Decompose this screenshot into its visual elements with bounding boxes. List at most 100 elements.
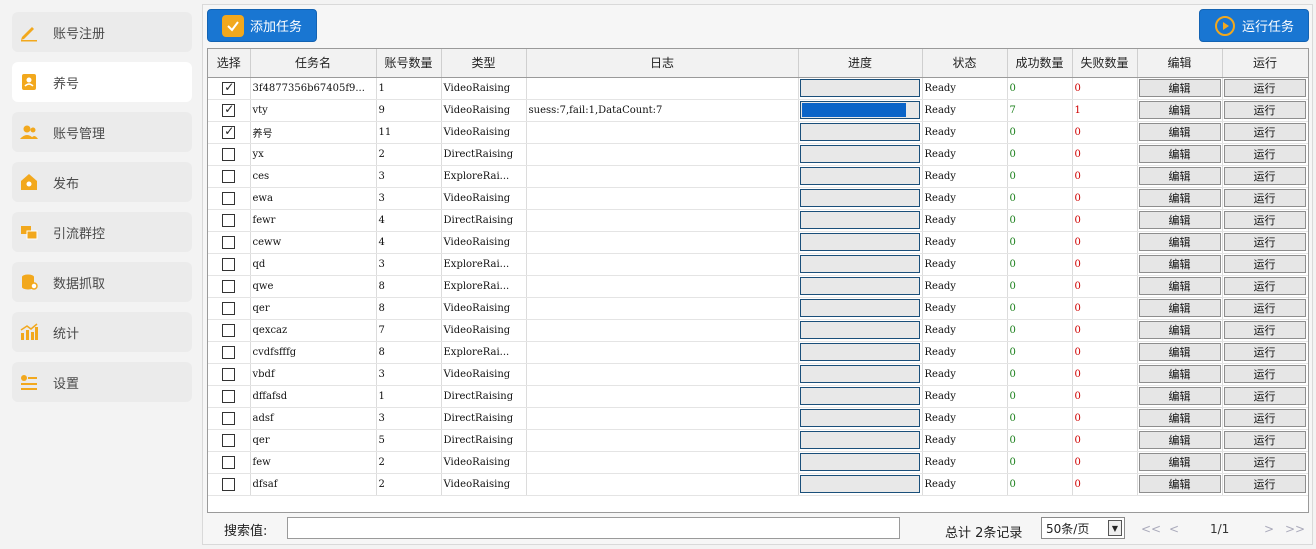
col-header-fail-count[interactable]: 失败数量 bbox=[1072, 49, 1138, 78]
sidebar-item-account-manage[interactable]: 账号管理 bbox=[12, 112, 192, 152]
run-button[interactable]: 运行 bbox=[1223, 475, 1306, 493]
table-row[interactable]: cvdfsfffg 8 ExploreRai... Ready 0 0 编辑 运行 bbox=[208, 341, 1308, 364]
row-checkbox[interactable] bbox=[222, 455, 236, 469]
table-row[interactable]: few 2 VideoRaising Ready 0 0 编辑 运行 bbox=[208, 451, 1308, 474]
run-button[interactable]: 运行 bbox=[1223, 211, 1306, 229]
edit-button[interactable]: 编辑 bbox=[1138, 189, 1221, 207]
select-cell[interactable] bbox=[208, 341, 251, 364]
sidebar-item-account-register[interactable]: 账号注册 bbox=[12, 12, 192, 52]
table-row[interactable]: vbdf 3 VideoRaising Ready 0 0 编辑 运行 bbox=[208, 363, 1308, 386]
run-button[interactable]: 运行 bbox=[1223, 431, 1306, 449]
select-cell[interactable] bbox=[208, 143, 251, 166]
table-row[interactable]: fewr 4 DirectRaising Ready 0 0 编辑 运行 bbox=[208, 209, 1308, 232]
run-button[interactable]: 运行 bbox=[1223, 365, 1306, 383]
run-button[interactable]: 运行 bbox=[1223, 79, 1306, 97]
select-cell[interactable] bbox=[208, 231, 251, 254]
select-cell[interactable] bbox=[208, 99, 251, 122]
table-row[interactable]: qer 8 VideoRaising Ready 0 0 编辑 运行 bbox=[208, 297, 1308, 320]
sidebar-item-statistics[interactable]: 统计 bbox=[12, 312, 192, 352]
search-input[interactable] bbox=[287, 517, 900, 539]
table-row[interactable]: ceww 4 VideoRaising Ready 0 0 编辑 运行 bbox=[208, 231, 1308, 254]
row-checkbox[interactable] bbox=[222, 433, 236, 447]
row-checkbox[interactable] bbox=[222, 323, 236, 337]
table-row[interactable]: qexcaz 7 VideoRaising Ready 0 0 编辑 运行 bbox=[208, 319, 1308, 342]
row-checkbox[interactable] bbox=[222, 301, 236, 315]
sidebar-item-publish[interactable]: 发布 bbox=[12, 162, 192, 202]
run-button[interactable]: 运行 bbox=[1223, 299, 1306, 317]
row-checkbox[interactable] bbox=[222, 102, 236, 117]
row-checkbox[interactable] bbox=[222, 191, 236, 205]
table-row[interactable]: dffafsd 1 DirectRaising Ready 0 0 编辑 运行 bbox=[208, 385, 1308, 408]
row-checkbox[interactable] bbox=[222, 169, 236, 183]
table-row[interactable]: ces 3 ExploreRai... Ready 0 0 编辑 运行 bbox=[208, 165, 1308, 188]
col-header-progress[interactable]: 进度 bbox=[798, 49, 923, 78]
select-cell[interactable] bbox=[208, 187, 251, 210]
select-cell[interactable] bbox=[208, 253, 251, 276]
edit-button[interactable]: 编辑 bbox=[1138, 321, 1221, 339]
row-checkbox[interactable] bbox=[222, 345, 236, 359]
select-cell[interactable] bbox=[208, 407, 251, 430]
row-checkbox[interactable] bbox=[222, 279, 236, 293]
run-button[interactable]: 运行 bbox=[1223, 321, 1306, 339]
chevron-down-icon[interactable]: ▼ bbox=[1108, 520, 1122, 536]
add-task-button[interactable]: 添加任务 bbox=[207, 9, 317, 42]
edit-button[interactable]: 编辑 bbox=[1138, 101, 1221, 119]
edit-button[interactable]: 编辑 bbox=[1138, 453, 1221, 471]
row-checkbox[interactable] bbox=[222, 477, 236, 491]
table-row[interactable]: qd 3 ExploreRai... Ready 0 0 编辑 运行 bbox=[208, 253, 1308, 276]
col-header-log[interactable]: 日志 bbox=[526, 49, 799, 78]
edit-button[interactable]: 编辑 bbox=[1138, 233, 1221, 251]
run-button[interactable]: 运行 bbox=[1223, 167, 1306, 185]
row-checkbox[interactable] bbox=[222, 213, 236, 227]
run-button[interactable]: 运行 bbox=[1223, 145, 1306, 163]
edit-button[interactable]: 编辑 bbox=[1138, 277, 1221, 295]
run-button[interactable]: 运行 bbox=[1223, 255, 1306, 273]
table-row[interactable]: 养号11VideoRaisingReady00编辑运行 bbox=[208, 121, 1308, 144]
table-row[interactable]: ewa 3 VideoRaising Ready 0 0 编辑 运行 bbox=[208, 187, 1308, 210]
run-button[interactable]: 运行 bbox=[1223, 277, 1306, 295]
select-cell[interactable] bbox=[208, 429, 251, 452]
next-page-button[interactable]: > bbox=[1264, 522, 1274, 536]
col-header-run[interactable]: 运行 bbox=[1222, 49, 1308, 78]
edit-button[interactable]: 编辑 bbox=[1138, 255, 1221, 273]
sidebar-item-traffic-control[interactable]: 引流群控 bbox=[12, 212, 192, 252]
run-button[interactable]: 运行 bbox=[1223, 189, 1306, 207]
row-checkbox[interactable] bbox=[222, 367, 236, 381]
sidebar-item-data-scrape[interactable]: 数据抓取 bbox=[12, 262, 192, 302]
run-button[interactable]: 运行 bbox=[1223, 233, 1306, 251]
row-checkbox[interactable] bbox=[222, 80, 236, 95]
page-size-select[interactable]: 50条/页 ▼ bbox=[1041, 517, 1125, 539]
row-checkbox[interactable] bbox=[222, 235, 236, 249]
prev-page-button[interactable]: < bbox=[1169, 522, 1179, 536]
row-checkbox[interactable] bbox=[222, 124, 236, 139]
run-button[interactable]: 运行 bbox=[1223, 409, 1306, 427]
edit-button[interactable]: 编辑 bbox=[1138, 211, 1221, 229]
select-cell[interactable] bbox=[208, 363, 251, 386]
col-header-task-name[interactable]: 任务名 bbox=[250, 49, 377, 78]
run-button[interactable]: 运行 bbox=[1223, 387, 1306, 405]
select-cell[interactable] bbox=[208, 473, 251, 496]
sidebar-item-account-raising[interactable]: 养号 bbox=[12, 62, 192, 102]
col-header-status[interactable]: 状态 bbox=[922, 49, 1008, 78]
run-button[interactable]: 运行 bbox=[1223, 343, 1306, 361]
select-cell[interactable] bbox=[208, 275, 251, 298]
row-checkbox[interactable] bbox=[222, 389, 236, 403]
edit-button[interactable]: 编辑 bbox=[1138, 387, 1221, 405]
run-button[interactable]: 运行 bbox=[1223, 123, 1306, 141]
col-header-edit[interactable]: 编辑 bbox=[1137, 49, 1223, 78]
run-tasks-button[interactable]: 运行任务 bbox=[1199, 9, 1309, 42]
last-page-button[interactable]: >> bbox=[1285, 522, 1305, 536]
table-row[interactable]: qer 5 DirectRaising Ready 0 0 编辑 运行 bbox=[208, 429, 1308, 452]
select-cell[interactable] bbox=[208, 451, 251, 474]
table-row[interactable]: adsf 3 DirectRaising Ready 0 0 编辑 运行 bbox=[208, 407, 1308, 430]
table-row[interactable]: dfsaf 2 VideoRaising Ready 0 0 编辑 运行 bbox=[208, 473, 1308, 496]
table-row[interactable]: 3f4877356b67405f9...1VideoRaisingReady00… bbox=[208, 77, 1308, 100]
edit-button[interactable]: 编辑 bbox=[1138, 475, 1221, 493]
edit-button[interactable]: 编辑 bbox=[1138, 365, 1221, 383]
select-cell[interactable] bbox=[208, 385, 251, 408]
edit-button[interactable]: 编辑 bbox=[1138, 343, 1221, 361]
sidebar-item-settings[interactable]: 设置 bbox=[12, 362, 192, 402]
select-cell[interactable] bbox=[208, 165, 251, 188]
edit-button[interactable]: 编辑 bbox=[1138, 145, 1221, 163]
col-header-type[interactable]: 类型 bbox=[441, 49, 527, 78]
